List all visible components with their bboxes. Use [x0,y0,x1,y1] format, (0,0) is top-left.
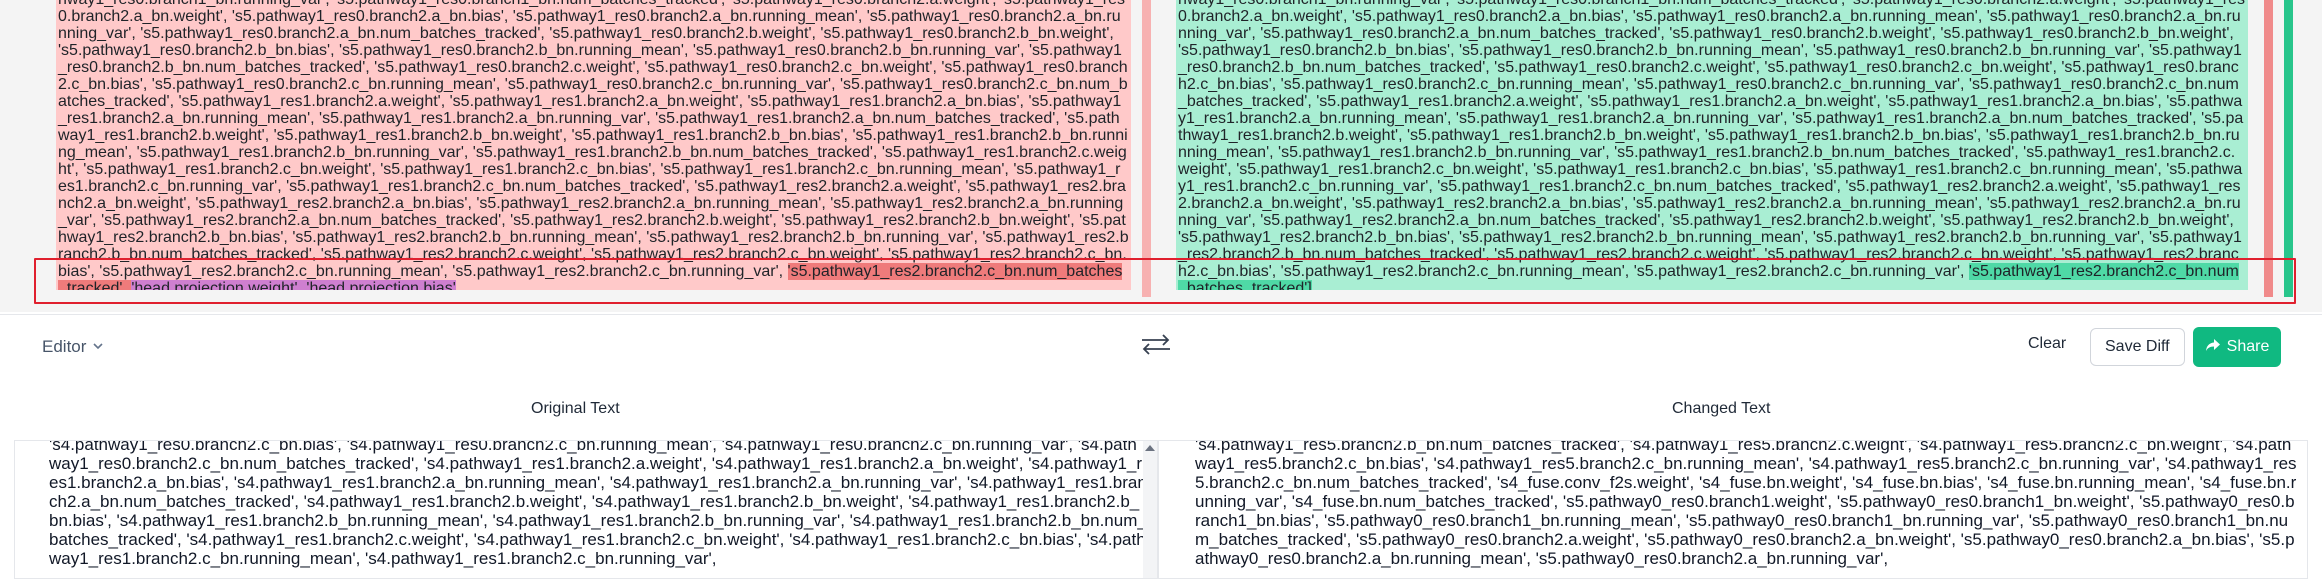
changed-text-editor[interactable]: 's4.pathway1_res5.branch2.b_bn.num_batch… [1158,440,2308,579]
clear-button[interactable]: Clear [2028,335,2066,353]
save-diff-button[interactable]: Save Diff [2090,328,2185,366]
save-diff-label: Save Diff [2105,338,2170,355]
editor-menu-label: Editor [42,337,87,356]
diff-left-text: hway1_res0.branch1_bn.running_var', 's5.… [58,0,1129,280]
share-button[interactable]: Share [2193,327,2281,367]
diff-added-pane[interactable]: hway1_res0.branch1_bn.running_var', 's5.… [1176,0,2248,290]
diff-result-area: hway1_res0.branch1_bn.running_var', 's5.… [0,0,2322,312]
swap-arrows-icon [1139,332,1173,361]
swap-button[interactable] [1136,329,1176,363]
original-text-title: Original Text [531,400,620,417]
scroll-up-icon[interactable] [1145,445,1155,451]
share-arrow-icon [2205,338,2221,357]
original-editor-scrollbar[interactable] [1143,441,1157,578]
changed-text-title: Changed Text [1672,400,1771,417]
diff-removed-pane[interactable]: hway1_res0.branch1_bn.running_var', 's5.… [56,0,1131,290]
diff-minimap-removed[interactable] [2264,0,2273,297]
changed-text-content: 's4.pathway1_res5.branch2.b_bn.num_batch… [1195,440,2297,568]
toolbar: Editor Clear Save Diff Share [0,314,2322,381]
chevron-down-icon [92,337,104,357]
diff-minimap-added[interactable] [2284,0,2293,297]
original-text-editor[interactable]: 's4.pathway1_res0.branch2.c_bn.bias', 's… [14,440,1158,579]
diff-right-text: hway1_res0.branch1_bn.running_var', 's5.… [1178,0,2245,280]
diff-left-scrollbar[interactable] [1142,0,1151,297]
original-text-content: 's4.pathway1_res0.branch2.c_bn.bias', 's… [49,440,1147,568]
share-label: Share [2226,338,2270,355]
editor-menu[interactable]: Editor [42,337,104,357]
highlight-box [34,258,2296,304]
